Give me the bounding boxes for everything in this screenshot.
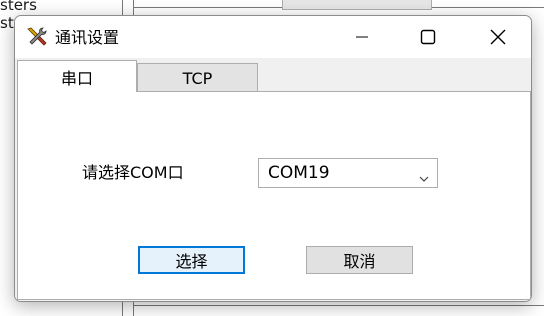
tab-serial-port[interactable]: 串口	[17, 60, 137, 92]
tools-icon	[25, 25, 49, 49]
background-text-1: sters	[0, 0, 37, 14]
title-bar[interactable]: 通讯设置	[15, 16, 531, 58]
close-icon	[490, 29, 506, 45]
com-port-select[interactable]: COM19	[258, 158, 438, 188]
cancel-button[interactable]: 取消	[306, 246, 413, 274]
client-area: 串口 TCP 请选择COM口 COM19 选择 取消	[15, 58, 531, 301]
serial-tab-panel: 请选择COM口 COM19 选择 取消	[17, 91, 531, 300]
maximize-icon	[420, 29, 436, 45]
close-button[interactable]	[475, 16, 521, 58]
chevron-down-icon	[419, 168, 429, 187]
tab-tcp[interactable]: TCP	[137, 63, 258, 92]
select-button[interactable]: 选择	[138, 246, 245, 274]
background-cell	[282, 0, 432, 10]
minimize-icon	[355, 30, 369, 44]
background-divider	[133, 305, 544, 306]
com-port-value: COM19	[268, 163, 330, 183]
comm-settings-dialog: 通讯设置 串口 TCP 请选择COM口 COM19 选择 取消	[14, 15, 532, 302]
maximize-button[interactable]	[405, 16, 451, 58]
com-port-label: 请选择COM口	[82, 163, 184, 182]
background-text-2: st	[0, 14, 14, 32]
dialog-title: 通讯设置	[55, 28, 120, 47]
minimize-button[interactable]	[339, 16, 385, 58]
